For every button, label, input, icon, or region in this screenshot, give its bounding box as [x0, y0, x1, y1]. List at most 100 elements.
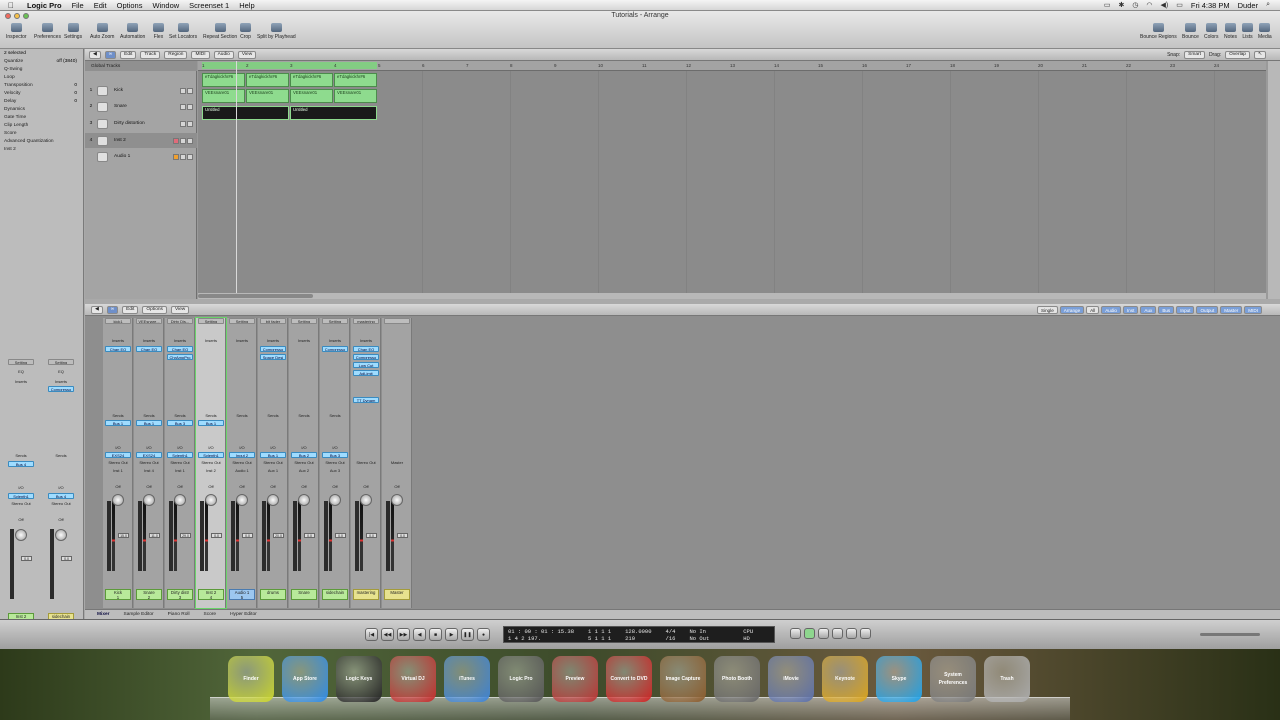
strip-automation-mode[interactable]: Off — [136, 484, 162, 490]
preview-icon[interactable]: Preview — [552, 656, 598, 702]
strip-send-1[interactable]: Bus 4 — [8, 461, 34, 467]
toolbar-preferences[interactable]: Preferences — [34, 23, 61, 40]
advanced-quantization[interactable]: Advanced Quantization — [0, 137, 83, 145]
strip-input-slot[interactable]: Bus 2 — [291, 452, 317, 458]
volume-icon[interactable]: ◀) — [1161, 1, 1169, 9]
autopunch-button[interactable] — [818, 628, 829, 639]
mute-button[interactable] — [180, 137, 186, 144]
mixer-options-menu[interactable]: Options — [142, 305, 167, 314]
strip-name[interactable]: sidechain — [322, 589, 348, 600]
back-button[interactable]: ◀ — [413, 628, 426, 641]
tab-sample-editor[interactable]: Sample Editor — [124, 612, 154, 617]
param-quantize[interactable]: Quantize off (3840) — [0, 57, 83, 65]
strip-insert-slot[interactable]: AdLimit — [353, 370, 379, 376]
toolbar-automation[interactable]: Automation — [120, 23, 145, 40]
strip-name[interactable]: Inst 24 — [198, 589, 224, 600]
convert-dvd-icon[interactable]: Convert to DVD — [606, 656, 652, 702]
arrange-track-menu[interactable]: Track — [140, 50, 161, 59]
strip-output-slot[interactable]: Stereo Out — [105, 460, 131, 466]
keynote-icon[interactable]: Keynote — [822, 656, 868, 702]
strip-setting[interactable]: Setting — [291, 318, 317, 324]
strip-setting[interactable]: VEEsnare... — [136, 318, 162, 324]
strip-input-slot[interactable]: Sylenth1 — [198, 452, 224, 458]
toolbar-bounce[interactable]: Bounce — [1182, 23, 1199, 40]
strip-pan-knob[interactable] — [55, 529, 67, 541]
toolbar-repeat-section[interactable]: Repeat Section — [203, 23, 237, 40]
toolbar-settings[interactable]: Settings — [64, 23, 82, 40]
bluetooth-icon[interactable]: ✱ — [1118, 1, 1124, 9]
strip-insert-slot[interactable]: Chan EQ — [167, 346, 193, 352]
toolbar-split-by-playhead[interactable]: Split by Playhead — [257, 23, 296, 40]
strip-output[interactable]: Stereo Out — [48, 501, 74, 507]
param-gate-time[interactable]: Gate Time — [0, 113, 83, 121]
strip-setting[interactable]: bit fader — [260, 318, 286, 324]
strip-send-slot[interactable]: Bus 1 — [105, 420, 131, 426]
region-snare[interactable]: VEEsnare01 — [246, 89, 289, 103]
tab-hyper-editor[interactable]: Hyper Editor — [230, 612, 257, 617]
photo-booth-icon[interactable]: Photo Booth — [714, 656, 760, 702]
strip-name[interactable]: Dirty distr 3 — [167, 589, 193, 600]
filter-midi[interactable]: MIDI — [1244, 306, 1262, 314]
solo-button[interactable] — [187, 137, 193, 144]
tab-mixer[interactable]: Mixer — [97, 612, 110, 617]
strip-setting[interactable]: Setting — [322, 318, 348, 324]
region-dirty[interactable]: Untitled — [202, 106, 289, 120]
input-monitor-button[interactable] — [173, 153, 179, 160]
strip-input-slot[interactable]: Bus 3 — [322, 452, 348, 458]
snap-select[interactable]: Smart — [1184, 50, 1205, 59]
spotlight-icon[interactable]: ⌕ — [1266, 1, 1270, 9]
arrange-view-menu[interactable]: View — [237, 50, 257, 59]
param-q-swing[interactable]: Q-Swing — [0, 65, 83, 73]
toolbar-flex[interactable]: Flex — [153, 23, 164, 40]
go-to-start-button[interactable]: |◀ — [365, 628, 378, 641]
mixer-link-button[interactable]: ∞ — [106, 305, 119, 314]
arrange-link-button[interactable]: ∞ — [104, 50, 117, 59]
strip-input-slot[interactable]: Sylenth1 — [167, 452, 193, 458]
filter-output[interactable]: Output — [1196, 306, 1219, 314]
strip-pan-knob[interactable] — [143, 494, 155, 506]
apple-menu-icon[interactable]:  — [0, 1, 22, 10]
solo-button[interactable] — [187, 87, 193, 94]
menubar-user[interactable]: Duder — [1238, 1, 1258, 10]
toolbar-lists[interactable]: Lists — [1242, 23, 1253, 40]
strip-automation-mode[interactable]: Off — [384, 484, 410, 490]
mute-button[interactable] — [180, 87, 186, 94]
strip-setting[interactable]: mastering — [353, 318, 379, 324]
stop-button[interactable]: ■ — [429, 628, 442, 641]
strip-pan-knob[interactable] — [298, 494, 310, 506]
toolbar-set-locators[interactable]: Set Locators — [169, 23, 197, 40]
arrange-vertical-scrollbar[interactable] — [1268, 61, 1280, 299]
strip-input-slot[interactable]: Input 2 — [229, 452, 255, 458]
strip-output-slot[interactable]: Stereo Out — [229, 460, 255, 466]
arrange-region-menu[interactable]: Region — [164, 50, 188, 59]
filter-bus[interactable]: Bus — [1158, 306, 1175, 314]
strip-name[interactable]: Snare 2 — [136, 589, 162, 600]
strip-fader[interactable] — [355, 501, 359, 571]
strip-automation-mode[interactable]: Off — [105, 484, 131, 490]
region-kick[interactable]: eTdagkickhr#6 — [334, 73, 377, 87]
inspector-track-section[interactable]: Inst 2 — [0, 145, 83, 153]
system-preferences-icon[interactable]: System Preferences — [930, 656, 976, 702]
strip-output-slot[interactable]: Stereo Out — [260, 460, 286, 466]
strip-name[interactable]: drums — [260, 589, 286, 600]
solo-button[interactable] — [187, 103, 193, 110]
strip-output-slot[interactable]: Stereo Out — [167, 460, 193, 466]
strip-auto[interactable]: Off — [8, 517, 34, 523]
record-button[interactable]: ● — [477, 628, 490, 641]
app-store-icon[interactable]: App Store — [282, 656, 328, 702]
strip-name[interactable]: Kick 1 — [105, 589, 131, 600]
mixer-edit-menu[interactable]: Edit — [122, 305, 139, 314]
menu-screenset[interactable]: Screenset 1 — [184, 1, 234, 10]
solo-button[interactable] — [187, 120, 193, 127]
region-snare[interactable]: VEEsnare01 — [290, 89, 333, 103]
strip-insert-slot[interactable]: Chan EQ — [105, 346, 131, 352]
strip-setting[interactable]: Setting — [229, 318, 255, 324]
region-kick[interactable]: eTdagkickhr#6 — [246, 73, 289, 87]
track-row-kick[interactable]: 1 Kick — [85, 83, 197, 98]
strip-name[interactable]: Master — [384, 589, 410, 600]
menu-window[interactable]: Window — [147, 1, 184, 10]
strip-pan-knob[interactable] — [360, 494, 372, 506]
param-loop[interactable]: Loop — [0, 73, 83, 81]
strip-fader[interactable] — [262, 501, 266, 571]
strip-input[interactable]: Sylenth1 — [8, 493, 34, 499]
